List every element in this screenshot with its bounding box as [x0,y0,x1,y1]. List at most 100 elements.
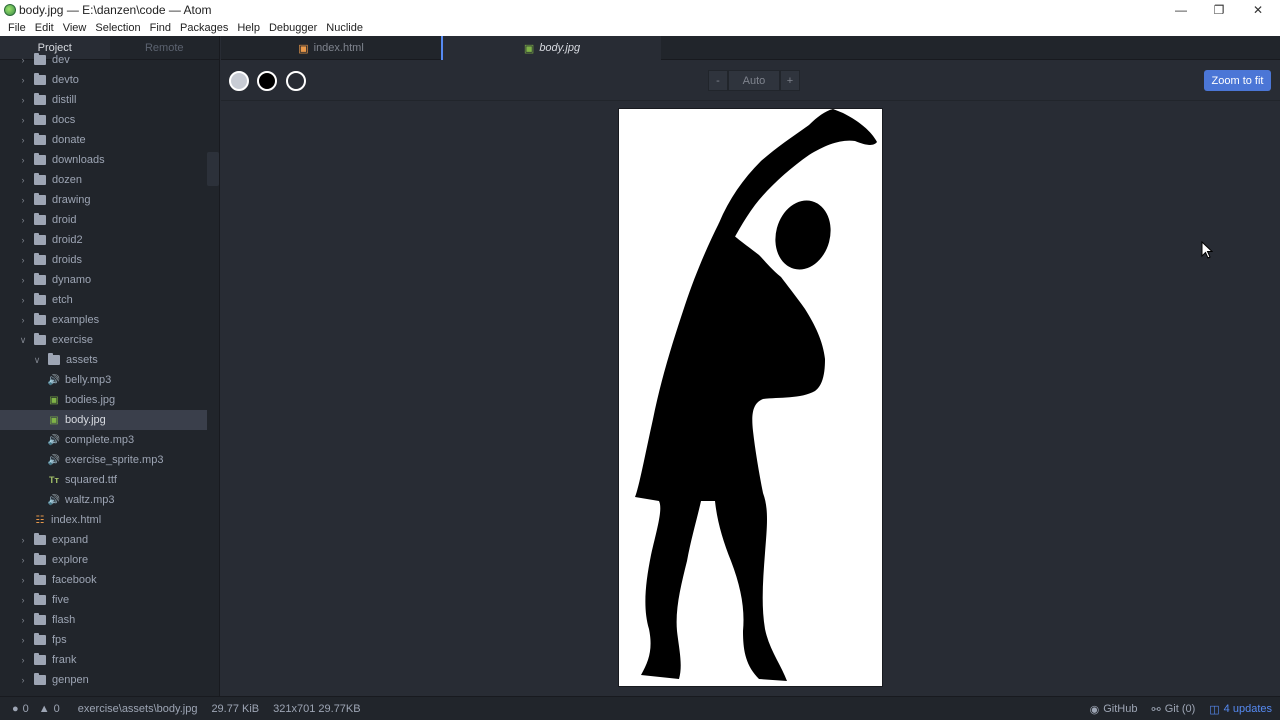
tree-file[interactable]: 🔊 waltz.mp3 [0,490,207,510]
zoom-controls: - Auto + [708,70,800,91]
zoom-out-button[interactable]: - [708,70,728,91]
menu-debugger[interactable]: Debugger [265,20,321,36]
tree-folder[interactable]: › examples [0,310,207,330]
chevron-right-icon[interactable]: › [18,615,28,625]
tree-folder[interactable]: ∨ assets [0,350,207,370]
tree-folder[interactable]: › facebook [0,570,207,590]
chevron-right-icon[interactable]: › [18,255,28,265]
folder-icon [34,113,46,125]
chevron-down-icon[interactable]: ∨ [32,355,42,366]
chevron-right-icon[interactable]: › [18,135,28,145]
chevron-right-icon[interactable]: › [18,675,28,685]
transparent-background-swatch[interactable] [229,71,249,91]
tree-folder[interactable]: › donate [0,130,207,150]
tree-file[interactable]: ▣ bodies.jpg [0,390,207,410]
tree-folder[interactable]: › dev [0,50,207,70]
chevron-right-icon[interactable]: › [18,575,28,585]
menu-view[interactable]: View [59,20,91,36]
tree-folder[interactable]: › genpen [0,670,207,690]
tree-folder[interactable]: › droids [0,250,207,270]
folder-icon [34,673,46,685]
minimize-button[interactable]: — [1162,0,1200,20]
tree-file[interactable]: Tᴛ squared.ttf [0,470,207,490]
tree-folder[interactable]: › flash [0,610,207,630]
white-background-swatch[interactable] [286,71,306,91]
tree-folder[interactable]: › etch [0,290,207,310]
tree-scrollbar[interactable] [207,152,219,186]
chevron-right-icon[interactable]: › [18,175,28,185]
chevron-right-icon[interactable]: › [18,235,28,245]
image-controls: - Auto + Zoom to fit [221,60,1280,101]
updates-label: 4 updates [1223,703,1272,715]
menu-selection[interactable]: Selection [91,20,144,36]
tree-folder[interactable]: › droid [0,210,207,230]
close-button[interactable]: ✕ [1239,0,1277,20]
folder-icon [34,73,46,85]
chevron-right-icon[interactable]: › [18,95,28,105]
zoom-to-fit-button[interactable]: Zoom to fit [1204,70,1271,91]
chevron-right-icon[interactable]: › [18,55,28,65]
menu-file[interactable]: File [4,20,30,36]
tree-file[interactable]: 🔊 belly.mp3 [0,370,207,390]
tree-file[interactable]: ▣ body.jpg [0,410,207,430]
git-button[interactable]: ⚯ Git (0) [1151,703,1195,716]
updates-button[interactable]: ◫ 4 updates [1209,703,1272,716]
tree-folder[interactable]: › drawing [0,190,207,210]
menu-edit[interactable]: Edit [31,20,58,36]
folder-icon [34,213,46,225]
chevron-right-icon[interactable]: › [18,275,28,285]
tree-folder[interactable]: › expand [0,530,207,550]
tree-item-label: exercise_sprite.mp3 [65,454,164,466]
diagnostics[interactable]: ● 0 ▲ 0 [12,703,60,715]
tree-file[interactable]: 🔊 complete.mp3 [0,430,207,450]
tree-file[interactable]: ☷ index.html [0,510,207,530]
file-path[interactable]: exercise\assets\body.jpg [78,703,198,715]
chevron-right-icon[interactable]: › [18,295,28,305]
tree-folder[interactable]: › droid2 [0,230,207,250]
tree-folder[interactable]: ∨ exercise [0,330,207,350]
menu-find[interactable]: Find [146,20,175,36]
tab-body-jpg[interactable]: ▣ body.jpg [441,36,661,60]
chevron-right-icon[interactable]: › [18,115,28,125]
folder-icon [34,573,46,585]
chevron-right-icon[interactable]: › [18,655,28,665]
tab-label: index.html [313,42,364,54]
tree-folder[interactable]: › frank [0,650,207,670]
tree-folder[interactable]: › distill [0,90,207,110]
package-icon: ◫ [1209,703,1220,716]
image-view: - Auto + Zoom to fit [221,60,1280,696]
chevron-down-icon[interactable]: ∨ [18,335,28,346]
tree-folder[interactable]: › dynamo [0,270,207,290]
tab-index-html[interactable]: ▣ index.html [221,36,441,60]
restore-button[interactable]: ❐ [1200,0,1238,20]
tree-folder[interactable]: › downloads [0,150,207,170]
chevron-right-icon[interactable]: › [18,195,28,205]
tree-folder[interactable]: › five [0,590,207,610]
tree-view-panel: Project Remote › dev › devto › distill › docs › d… [0,36,220,696]
chevron-right-icon[interactable]: › [18,535,28,545]
black-background-swatch[interactable] [257,71,277,91]
menu-packages[interactable]: Packages [176,20,232,36]
chevron-right-icon[interactable]: › [18,595,28,605]
chevron-right-icon[interactable]: › [18,155,28,165]
tree-item-label: squared.ttf [65,474,117,486]
menu-help[interactable]: Help [233,20,264,36]
chevron-right-icon[interactable]: › [18,215,28,225]
chevron-right-icon[interactable]: › [18,75,28,85]
tree-item-label: complete.mp3 [65,434,135,446]
github-button[interactable]: ◉ GitHub [1090,703,1138,716]
tree-folder[interactable]: › devto [0,70,207,90]
html-file-icon: ☷ [35,514,45,526]
zoom-in-button[interactable]: + [780,70,800,91]
zoom-level[interactable]: Auto [728,70,780,91]
tree-folder[interactable]: › dozen [0,170,207,190]
chevron-right-icon[interactable]: › [18,635,28,645]
chevron-right-icon[interactable]: › [18,315,28,325]
menu-nuclide[interactable]: Nuclide [322,20,367,36]
tree-folder[interactable]: › docs [0,110,207,130]
tree-folder[interactable]: › explore [0,550,207,570]
tree-folder[interactable]: › fps [0,630,207,650]
chevron-right-icon[interactable]: › [18,555,28,565]
tree-file[interactable]: 🔊 exercise_sprite.mp3 [0,450,207,470]
folder-icon [34,133,46,145]
